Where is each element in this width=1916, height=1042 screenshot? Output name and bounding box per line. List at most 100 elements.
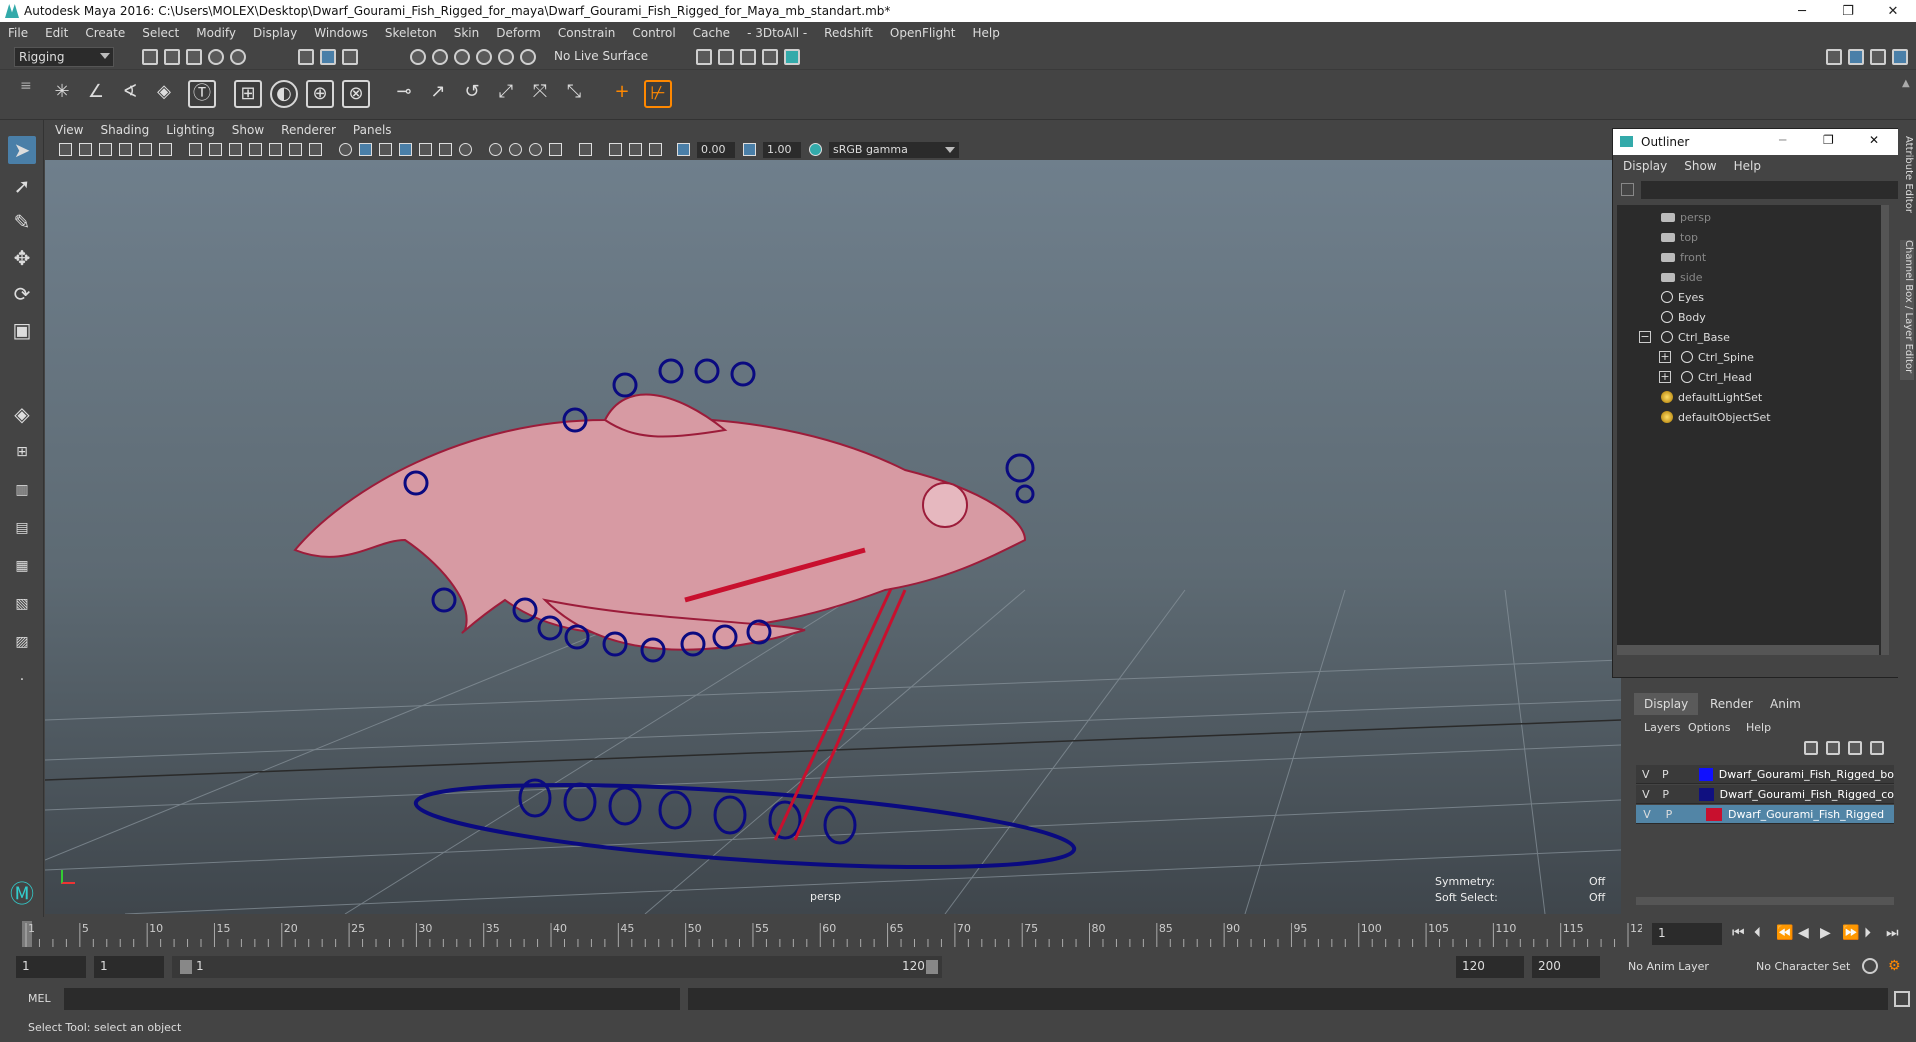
select-hierarchy-icon[interactable] xyxy=(298,49,314,65)
expand-ctrl-spine-icon[interactable]: + xyxy=(1659,351,1671,363)
outliner-item-persp[interactable]: persp xyxy=(1661,207,1711,227)
step-back-key-icon[interactable]: ⏪ xyxy=(1776,925,1793,941)
gamma-field[interactable]: 1.00 xyxy=(763,142,801,158)
default-material-icon[interactable] xyxy=(379,143,392,156)
outliner-list[interactable]: persp top front side Eyes Body − Ctrl_Ba… xyxy=(1617,205,1889,655)
outliner-menu-show[interactable]: Show xyxy=(1684,159,1716,173)
outliner-item-body[interactable]: Body xyxy=(1661,307,1706,327)
menu-edit[interactable]: Edit xyxy=(45,26,68,40)
snap-view-icon[interactable] xyxy=(476,49,492,65)
new-layer-icon[interactable] xyxy=(1848,741,1862,755)
color-management-icon[interactable] xyxy=(809,143,822,156)
outliner-menu-display[interactable]: Display xyxy=(1623,159,1667,173)
outliner-search-input[interactable] xyxy=(1641,181,1899,199)
exposure-icon[interactable] xyxy=(677,143,690,156)
layer-row[interactable]: V P Dwarf_Gourami_Fish_Rigged_co xyxy=(1636,785,1894,804)
menu-create[interactable]: Create xyxy=(85,26,125,40)
joint-tool-icon[interactable]: ✳ xyxy=(48,80,76,108)
ambient-occlusion-icon[interactable] xyxy=(489,143,502,156)
panel-menu-lighting[interactable]: Lighting xyxy=(166,123,215,137)
time-slider[interactable]: 1 5 10 15 20 25 30 35 40 45 50 55 60 65 70 75 80 85 90 95 10… xyxy=(0,917,1916,951)
pole-vector-icon[interactable]: ⤡ xyxy=(560,80,588,108)
save-scene-icon[interactable] xyxy=(186,49,202,65)
live-surface-field[interactable]: No Live Surface xyxy=(550,47,648,67)
playback-start-field[interactable]: 1 xyxy=(94,956,164,978)
play-forwards-icon[interactable]: ▶ xyxy=(1820,925,1831,941)
safe-title-icon[interactable] xyxy=(309,143,322,156)
current-frame-field[interactable]: 1 xyxy=(1652,923,1722,945)
scale-tool-icon[interactable]: ▣ xyxy=(8,316,36,344)
auto-key-icon[interactable] xyxy=(1862,958,1878,974)
isolate-select-icon[interactable] xyxy=(579,143,592,156)
animation-start-field[interactable]: 1 xyxy=(16,956,86,978)
shelf-menu-icon[interactable]: ≡ xyxy=(20,78,32,94)
outliner-item-ctrl-head[interactable]: Ctrl_Head xyxy=(1681,367,1752,387)
move-layer-up-icon[interactable] xyxy=(1804,741,1818,755)
menu-help[interactable]: Help xyxy=(972,26,999,40)
ik-spline-icon[interactable]: ∢ xyxy=(116,80,144,108)
outliner-maximize-button[interactable]: ❐ xyxy=(1823,133,1834,147)
bookmark-icon[interactable] xyxy=(99,143,112,156)
view-transform-dropdown[interactable]: sRGB gamma xyxy=(829,142,959,158)
film-gate-icon[interactable] xyxy=(209,143,222,156)
character-set-dropdown[interactable]: No Character Set xyxy=(1756,960,1850,973)
xray-active-icon[interactable] xyxy=(629,143,642,156)
point-constraint-icon[interactable]: ⊸ xyxy=(390,80,418,108)
layer-visibility-toggle[interactable]: V xyxy=(1636,788,1656,801)
hypergraph-layout-icon[interactable]: ▧ xyxy=(8,590,36,618)
restore-button[interactable]: ❐ xyxy=(1825,0,1871,22)
go-to-end-icon[interactable]: ⏭ xyxy=(1886,925,1899,941)
wireframe-icon[interactable] xyxy=(339,143,352,156)
parent-constraint-icon[interactable]: ⤧ xyxy=(526,80,554,108)
layers-menu-help[interactable]: Help xyxy=(1746,721,1771,734)
menu-file[interactable]: File xyxy=(8,26,28,40)
xray-joints-icon[interactable] xyxy=(609,143,622,156)
safe-action-icon[interactable] xyxy=(289,143,302,156)
menu-3dtoall[interactable]: - 3DtoAll - xyxy=(747,26,807,40)
outliner-item-ctrl-spine[interactable]: Ctrl_Spine xyxy=(1681,347,1754,367)
field-chart-icon[interactable] xyxy=(269,143,282,156)
fish-body-mesh[interactable] xyxy=(293,417,1027,635)
select-component-icon[interactable] xyxy=(342,49,358,65)
range-handle-end-icon[interactable] xyxy=(926,960,938,974)
menuset-dropdown[interactable]: Rigging xyxy=(14,47,114,67)
anim-layer-dropdown[interactable]: No Anim Layer xyxy=(1628,960,1709,973)
insert-joint-icon[interactable]: ◈ xyxy=(150,80,178,108)
wrap-icon[interactable]: ⊗ xyxy=(342,80,370,108)
channel-box-tab[interactable]: Channel Box / Layer Editor xyxy=(1900,240,1914,380)
two-view-side-icon[interactable]: ▥ xyxy=(8,476,36,504)
bind-skin-icon[interactable]: Ⓣ xyxy=(188,80,216,108)
attribute-editor-tab[interactable]: Attribute Editor xyxy=(1900,136,1914,236)
layer-playback-toggle[interactable]: P xyxy=(1656,768,1676,781)
outliner-item-default-object-set[interactable]: defaultObjectSet xyxy=(1661,407,1771,427)
outliner-menu-help[interactable]: Help xyxy=(1734,159,1761,173)
command-input[interactable] xyxy=(64,988,680,1010)
step-forward-frame-icon[interactable]: ⏵ xyxy=(1864,925,1871,941)
wireframe-on-shaded-icon[interactable] xyxy=(399,143,412,156)
menu-skin[interactable]: Skin xyxy=(454,26,480,40)
base-control-curve[interactable] xyxy=(413,769,1077,883)
close-button[interactable]: ✕ xyxy=(1870,0,1916,22)
persp-outliner-icon[interactable]: ▤ xyxy=(8,514,36,542)
four-view-icon[interactable]: ⊞ xyxy=(8,438,36,466)
outliner-vertical-scrollbar[interactable] xyxy=(1881,205,1889,655)
attribute-editor-toggle-icon[interactable] xyxy=(1848,49,1864,65)
layer-color-swatch[interactable] xyxy=(1698,767,1713,781)
ipr-render-icon[interactable] xyxy=(740,49,756,65)
move-layer-down-icon[interactable] xyxy=(1826,741,1840,755)
select-camera-icon[interactable] xyxy=(59,143,72,156)
animation-end-field[interactable]: 200 xyxy=(1532,956,1600,978)
layers-horizontal-scrollbar[interactable] xyxy=(1636,897,1894,905)
snap-surface-icon[interactable] xyxy=(498,49,514,65)
cluster-handle-icon[interactable]: ⊬ xyxy=(644,80,672,108)
menu-display[interactable]: Display xyxy=(253,26,297,40)
lattice-icon[interactable]: ⊕ xyxy=(306,80,334,108)
layer-tab-display[interactable]: Display xyxy=(1634,693,1699,715)
new-layer-selected-icon[interactable] xyxy=(1870,741,1884,755)
menu-windows[interactable]: Windows xyxy=(314,26,368,40)
layer-row[interactable]: V P Dwarf_Gourami_Fish_Rigged_bo xyxy=(1636,765,1894,784)
smooth-shade-icon[interactable] xyxy=(359,143,372,156)
outliner-item-front[interactable]: front xyxy=(1661,247,1706,267)
range-slider[interactable]: 1 120 xyxy=(172,956,942,978)
menu-redshift[interactable]: Redshift xyxy=(824,26,873,40)
